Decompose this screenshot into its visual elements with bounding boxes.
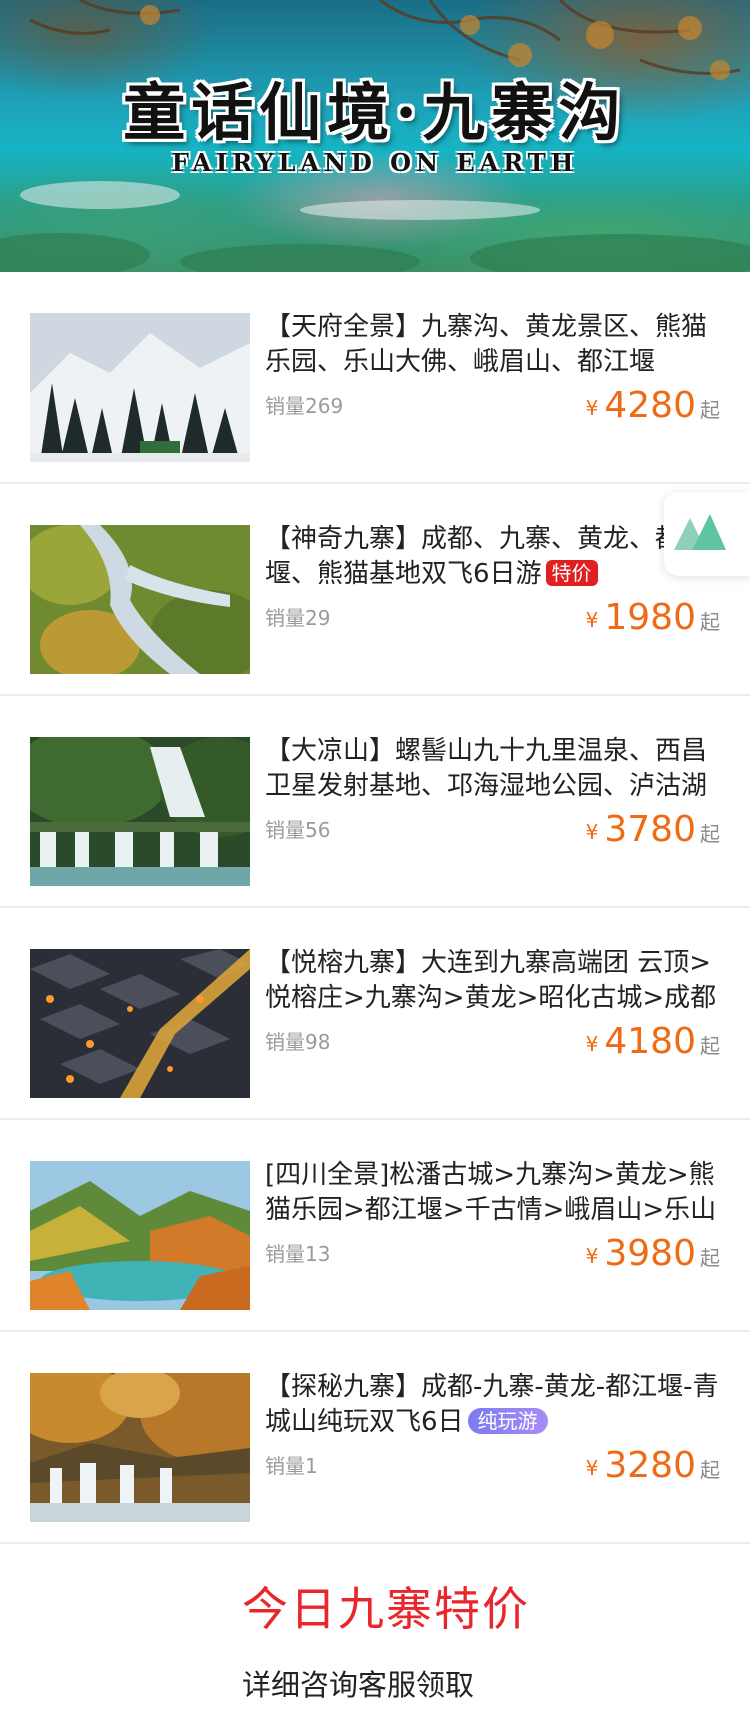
product-thumbnail[interactable] — [30, 1161, 250, 1310]
banner-title: 童话仙境·九寨沟 — [123, 76, 627, 149]
product-item[interactable]: 【神奇九寨】成都、九寨、黄龙、都江堰、熊猫基地双飞6日游 特价 销量29 ¥198… — [0, 484, 750, 696]
hero-banner[interactable]: 童话仙境·九寨沟 FAIRYLAND ON EARTH — [0, 0, 750, 272]
product-item[interactable]: [四川全景]松潘古城>九寨沟>黄龙>熊猫乐园>都江堰>千古情>峨眉山>乐山 销量… — [0, 1120, 750, 1332]
price: ¥3980 起 — [586, 1234, 720, 1274]
currency-symbol: ¥ — [585, 396, 599, 420]
price-value: 1980 — [604, 597, 696, 638]
price: ¥1980 起 — [586, 598, 720, 638]
product-thumbnail[interactable] — [30, 949, 250, 1098]
price-value: 3980 — [604, 1233, 696, 1274]
product-title[interactable]: 【天府全景】九寨沟、黄龙景区、熊猫乐园、乐山大佛、峨眉山、都江堰 — [265, 310, 720, 380]
price-value: 4180 — [604, 1021, 696, 1062]
currency-symbol: ¥ — [585, 820, 599, 844]
price-suffix: 起 — [700, 398, 720, 422]
price: ¥4280 起 — [586, 386, 720, 426]
sales-count: 销量269 — [265, 394, 344, 418]
product-item[interactable]: 【探秘九寨】成都-九寨-黄龙-都江堰-青城山纯玩双飞6日 纯玩游 销量1 ¥328… — [0, 1332, 750, 1544]
product-item[interactable]: 【大凉山】螺髻山九十九里温泉、西昌卫星发射基地、邛海湿地公园、泸沽湖 销量56 … — [0, 696, 750, 908]
price-suffix: 起 — [700, 822, 720, 846]
price-suffix: 起 — [700, 1034, 720, 1058]
sales-count: 销量13 — [265, 1242, 331, 1266]
special-price-badge: 特价 — [545, 560, 598, 586]
product-title[interactable]: 【探秘九寨】成都-九寨-黄龙-都江堰-青城山纯玩双飞6日 纯玩游 — [265, 1370, 720, 1440]
mountain-logo-icon — [674, 514, 726, 550]
floating-logo-button[interactable] — [664, 492, 750, 576]
sales-count: 销量1 — [265, 1454, 318, 1478]
product-title[interactable]: 【大凉山】螺髻山九十九里温泉、西昌卫星发射基地、邛海湿地公园、泸沽湖 — [265, 734, 720, 804]
product-thumbnail[interactable] — [30, 1373, 250, 1522]
currency-symbol: ¥ — [585, 608, 599, 632]
currency-symbol: ¥ — [585, 1244, 599, 1268]
product-thumbnail[interactable] — [30, 737, 250, 886]
price-suffix: 起 — [700, 610, 720, 634]
sales-count: 销量98 — [265, 1030, 331, 1054]
price-value: 3280 — [604, 1445, 696, 1486]
currency-symbol: ¥ — [585, 1456, 599, 1480]
pure-tour-badge: 纯玩游 — [467, 1408, 548, 1434]
product-title[interactable]: [四川全景]松潘古城>九寨沟>黄龙>熊猫乐园>都江堰>千古情>峨眉山>乐山 — [265, 1158, 720, 1228]
product-title[interactable]: 【悦榕九寨】大连到九寨高端团 云顶>悦榕庄>九寨沟>黄龙>昭化古城>成都 — [265, 946, 720, 1016]
product-thumbnail[interactable] — [30, 313, 250, 462]
price-value: 4280 — [604, 385, 696, 426]
promo-subtitle: 详细咨询客服领取 — [242, 1668, 475, 1702]
sales-count: 销量56 — [265, 818, 331, 842]
price: ¥3280 起 — [586, 1446, 720, 1486]
product-item[interactable]: 【天府全景】九寨沟、黄龙景区、熊猫乐园、乐山大佛、峨眉山、都江堰 销量269 ¥… — [0, 272, 750, 484]
price: ¥3780 起 — [586, 810, 720, 850]
product-thumbnail[interactable] — [30, 525, 250, 674]
price-suffix: 起 — [700, 1458, 720, 1482]
product-item[interactable]: 【悦榕九寨】大连到九寨高端团 云顶>悦榕庄>九寨沟>黄龙>昭化古城>成都 销量9… — [0, 908, 750, 1120]
product-title[interactable]: 【神奇九寨】成都、九寨、黄龙、都江堰、熊猫基地双飞6日游 特价 — [265, 522, 720, 592]
price-value: 3780 — [604, 809, 696, 850]
product-list: 【天府全景】九寨沟、黄龙景区、熊猫乐园、乐山大佛、峨眉山、都江堰 销量269 ¥… — [0, 272, 750, 1544]
currency-symbol: ¥ — [585, 1032, 599, 1056]
price: ¥4180 起 — [586, 1022, 720, 1062]
banner-subtitle: FAIRYLAND ON EARTH — [171, 148, 579, 177]
price-suffix: 起 — [700, 1246, 720, 1270]
promo-title: 今日九寨特价 — [242, 1582, 530, 1636]
sales-count: 销量29 — [265, 606, 331, 630]
